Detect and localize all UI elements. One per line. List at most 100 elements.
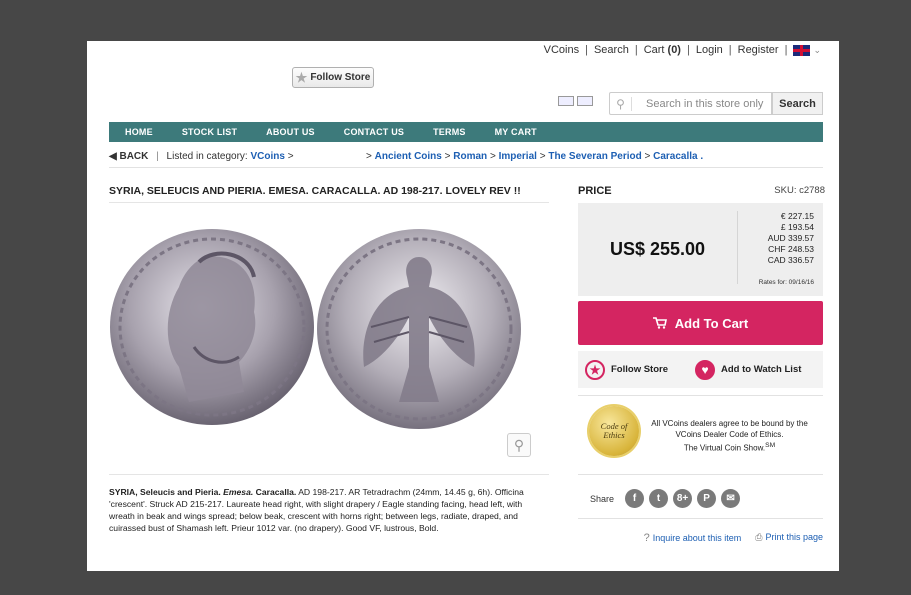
search-button[interactable]: Search: [772, 92, 823, 115]
store-actions: ★ Follow Store ♥ Add to Watch List: [578, 351, 823, 388]
register-link[interactable]: Register: [738, 44, 779, 56]
payment-badges: [558, 96, 593, 106]
back-label: BACK: [119, 151, 149, 162]
visa-badge-icon: [558, 96, 574, 106]
nav-stock-list[interactable]: STOCK LIST: [182, 127, 237, 137]
breadcrumb-vcoins[interactable]: VCoins: [250, 151, 284, 162]
divider: [109, 474, 549, 475]
follow-store-button-top[interactable]: ★ Follow Store: [292, 67, 374, 88]
back-link[interactable]: ◀ BACK: [109, 151, 148, 162]
divider: [109, 202, 549, 203]
pinterest-icon[interactable]: P: [697, 489, 717, 508]
add-to-cart-button[interactable]: Add To Cart: [578, 301, 823, 345]
ethics-statement: All VCoins dealers agree to be bound by …: [651, 419, 808, 439]
follow-store-label: Follow Store: [310, 72, 371, 83]
share-label: Share: [590, 493, 615, 504]
divider: [578, 518, 823, 519]
divider: [578, 395, 823, 396]
breadcrumb: ◀ BACK | Listed in category: VCoins > > …: [109, 151, 823, 162]
desc-city: Emesa.: [223, 487, 254, 497]
nav-terms[interactable]: TERMS: [433, 127, 466, 137]
inquire-link[interactable]: ? Inquire about this item: [644, 532, 742, 544]
share-bar: Share f t 8+ P ✉: [590, 489, 741, 508]
breadcrumb-path: > Ancient Coins > Roman > Imperial > The…: [366, 151, 703, 162]
separator: |: [156, 151, 159, 162]
cart-label: Cart: [643, 44, 665, 56]
price-label: PRICE: [578, 185, 612, 197]
breadcrumb-arrow: >: [489, 151, 496, 162]
follow-store-button[interactable]: ★ Follow Store: [585, 359, 668, 380]
login-link[interactable]: Login: [696, 44, 723, 56]
facebook-icon[interactable]: f: [625, 489, 645, 508]
heart-icon: ♥: [695, 359, 715, 380]
twitter-icon[interactable]: t: [649, 489, 669, 508]
separator: |: [784, 44, 788, 56]
nav-about-us[interactable]: ABOUT US: [266, 127, 315, 137]
reverse-coin: [317, 229, 521, 429]
price-aud: AUD 339.57: [767, 233, 814, 243]
cart-count: (0): [667, 44, 681, 56]
star-icon: ★: [295, 69, 308, 85]
price-cad: CAD 336.57: [767, 255, 814, 265]
breadcrumb-roman[interactable]: Roman: [453, 151, 487, 162]
chevron-down-icon[interactable]: ⌄: [813, 45, 821, 56]
breadcrumb-ancient-coins[interactable]: Ancient Coins: [375, 151, 442, 162]
obverse-coin: [110, 229, 314, 425]
cart-icon: [652, 317, 667, 329]
breadcrumb-caracalla[interactable]: Caracalla: [653, 151, 697, 162]
search-icon: ⚲: [610, 96, 632, 111]
print-link[interactable]: ⎙ Print this page: [755, 532, 823, 544]
main-nav: HOME STOCK LIST ABOUT US CONTACT US TERM…: [109, 122, 823, 142]
bottom-links: ? Inquire about this item ⎙ Print this pag…: [644, 532, 823, 544]
breadcrumb-dot: .: [700, 151, 704, 162]
follow-store-label: Follow Store: [611, 364, 668, 375]
print-label: Print this page: [765, 532, 823, 542]
item-description: SYRIA, Seleucis and Pieria. Emesa. Carac…: [109, 486, 549, 534]
vcoins-link[interactable]: VCoins: [544, 44, 579, 56]
breadcrumb-arrow: >: [444, 151, 451, 162]
price-gbp: £ 193.54: [780, 222, 814, 232]
google-plus-icon[interactable]: 8+: [673, 489, 693, 508]
converted-prices: € 227.15 £ 193.54 AUD 339.57 CHF 248.53 …: [737, 211, 823, 284]
service-mark: SM: [765, 442, 776, 449]
price-eur: € 227.15: [780, 211, 814, 221]
breadcrumb-arrow: >: [287, 151, 294, 162]
separator: |: [686, 44, 690, 56]
breadcrumb-imperial[interactable]: Imperial: [499, 151, 537, 162]
nav-my-cart[interactable]: MY CART: [495, 127, 537, 137]
paypal-badge-icon: [577, 96, 593, 106]
breadcrumb-arrow: >: [644, 151, 651, 162]
add-to-watch-list-button[interactable]: ♥ Add to Watch List: [695, 359, 802, 380]
zoom-icon[interactable]: ⚲: [507, 433, 531, 457]
divider: [109, 167, 823, 168]
cart-link[interactable]: Cart (0): [644, 44, 681, 56]
breadcrumb-severan-period[interactable]: The Severan Period: [548, 151, 641, 162]
question-icon: ?: [643, 532, 650, 544]
printer-icon: ⎙: [755, 532, 763, 542]
top-links: VCoins | Search | Cart (0) | Login | Reg…: [544, 44, 821, 56]
separator: |: [585, 44, 588, 56]
desc-ruler: Caracalla.: [255, 487, 297, 497]
desc-region: SYRIA, Seleucis and Pieria.: [109, 487, 221, 497]
virtual-coin-show: The Virtual Coin Show.: [683, 443, 766, 453]
separator: |: [728, 44, 732, 56]
breadcrumb-arrow: >: [539, 151, 546, 162]
rates-date: Rates for: 09/16/16: [758, 279, 814, 286]
search-link[interactable]: Search: [594, 44, 629, 56]
price-box: US$ 255.00 € 227.15 £ 193.54 AUD 339.57 …: [578, 203, 823, 296]
store-page: VCoins | Search | Cart (0) | Login | Reg…: [87, 41, 839, 571]
code-of-ethics-seal[interactable]: Code of Ethics: [589, 406, 639, 456]
nav-contact-us[interactable]: CONTACT US: [344, 127, 404, 137]
nav-home[interactable]: HOME: [125, 127, 153, 137]
coin-image[interactable]: [109, 217, 549, 467]
add-to-cart-label: Add To Cart: [674, 315, 749, 331]
email-icon[interactable]: ✉: [721, 489, 741, 508]
star-icon: ★: [585, 359, 605, 380]
seal-line2: Ethics: [603, 430, 625, 440]
watch-list-label: Add to Watch List: [721, 364, 802, 375]
search-placeholder: Search in this store only: [646, 97, 764, 110]
uk-flag-icon[interactable]: [793, 44, 811, 56]
main-price: US$ 255.00: [609, 239, 706, 259]
divider: [578, 474, 823, 475]
search-input[interactable]: ⚲ Search in this store only: [609, 92, 772, 115]
